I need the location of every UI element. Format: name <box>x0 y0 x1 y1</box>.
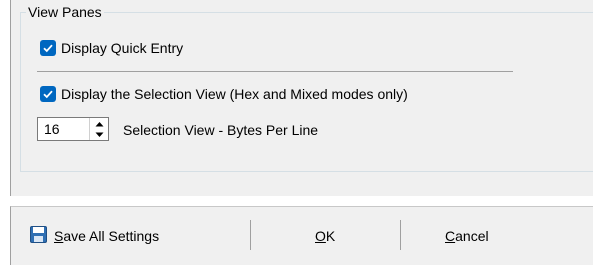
checkmark-icon[interactable] <box>40 86 56 102</box>
spin-buttons <box>89 118 108 140</box>
display-selection-view-checkbox[interactable]: Display the Selection View (Hex and Mixe… <box>40 86 408 102</box>
separator <box>250 220 251 250</box>
cancel-button[interactable]: Cancel <box>445 220 489 252</box>
chevron-down-icon <box>95 132 103 137</box>
floppy-disk-icon <box>30 226 47 246</box>
chevron-up-icon <box>95 121 103 126</box>
save-all-settings-label: Save All Settings <box>54 228 160 244</box>
ok-button[interactable]: OK <box>315 220 335 252</box>
view-panes-legend: View Panes <box>26 3 104 21</box>
display-quick-entry-label: Display Quick Entry <box>61 40 184 56</box>
bytes-per-line-label: Selection View - Bytes Per Line <box>123 122 319 138</box>
separator <box>400 220 401 250</box>
bytes-per-line-stepper[interactable] <box>37 117 109 141</box>
display-selection-view-label: Display the Selection View (Hex and Mixe… <box>61 86 408 102</box>
ok-label: OK <box>315 228 336 244</box>
spin-down-button[interactable] <box>90 129 108 140</box>
spin-up-button[interactable] <box>90 118 108 129</box>
bytes-per-line-input[interactable] <box>38 118 92 140</box>
checkmark-icon[interactable] <box>40 40 56 56</box>
separator <box>37 71 513 72</box>
display-quick-entry-checkbox[interactable]: Display Quick Entry <box>40 40 183 56</box>
cancel-label: Cancel <box>445 228 489 244</box>
save-all-settings-button[interactable]: Save All Settings <box>30 220 159 252</box>
